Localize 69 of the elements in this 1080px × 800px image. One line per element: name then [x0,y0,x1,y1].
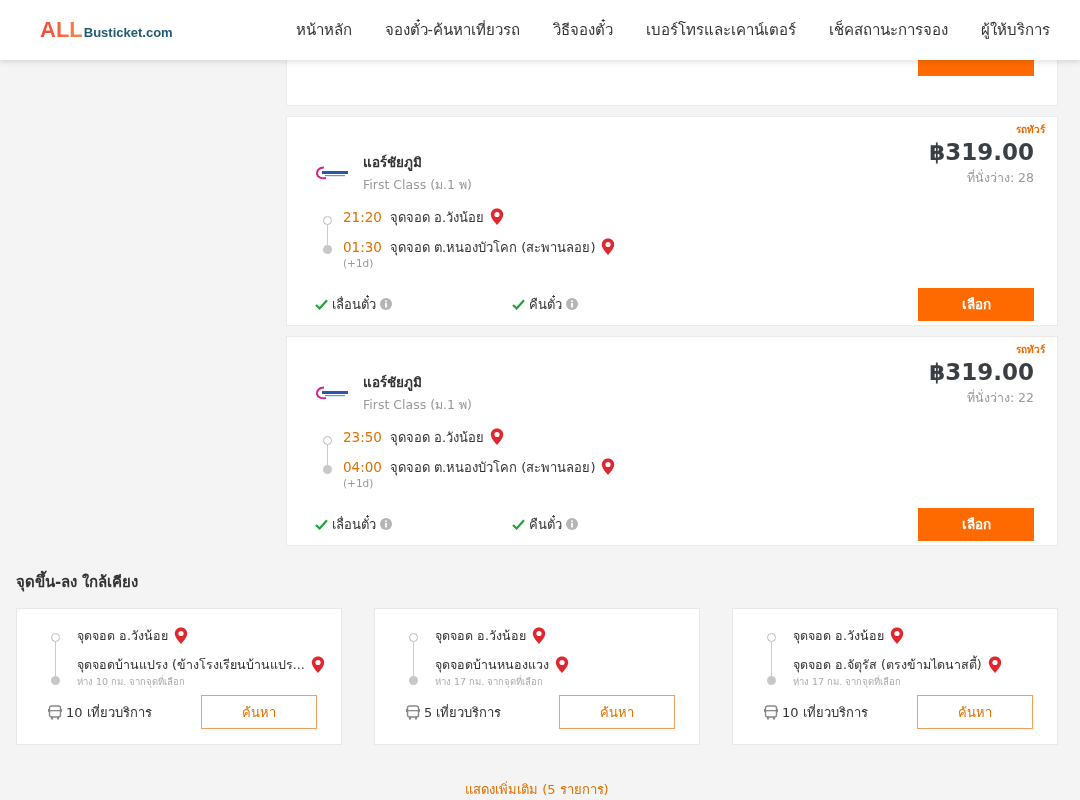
map-pin-icon [889,627,904,645]
map-pin-icon [601,238,616,257]
nav-link[interactable]: วิธีจองตั๋ว [553,18,613,42]
select-button[interactable] [918,60,1034,76]
nav-link[interactable]: เบอร์โทรและเคาน์เตอร์ [646,18,796,42]
operator-name: แอร์ชัยภูมิ [363,373,423,393]
logo-subtext[interactable]: Busticket.com [83,25,173,40]
stop-name: จุดจอด ต.หนองบัวโคก (สะพานลอย) [389,238,596,258]
map-pin-icon [490,428,505,447]
feature-label: เลื่อนตั๋ว [332,294,376,314]
info-icon[interactable] [566,518,578,531]
map-pin-icon [601,458,616,477]
bus-icon [48,704,62,720]
ticket-price: ฿319.00 [929,359,1034,385]
operator-logo-icon [315,166,349,181]
departure-time: 23:50 [343,429,382,446]
seats-available: ที่นั่งว่าง: 22 [965,388,1034,407]
map-pin-icon [490,208,505,227]
operator-name: แอร์ชัยภูมิ [363,153,423,173]
timeline-dot [322,436,332,446]
nav-link[interactable]: หน้าหลัก [295,18,352,42]
stop-name: จุดจอดบ้านหนองแวง [435,656,549,675]
distance-note: ห่าง 10 กม. จากจุดที่เลือก [77,674,187,689]
map-pin-icon [531,627,546,645]
day-offset: (+1d) [343,477,375,490]
info-icon[interactable] [566,298,578,311]
stop-name: จุดจอด อ.จัตุรัส (ตรงข้ามไดนาสตี้) [793,655,982,675]
departure-time: 21:20 [343,209,382,226]
arrival-time: 04:00 [343,459,382,476]
timeline-dot [766,633,776,642]
timeline-dot [50,633,60,642]
distance-note: ห่าง 17 กม. จากจุดที่เลือก [435,674,545,689]
nav-link[interactable]: ผู้ให้บริการ [981,18,1050,42]
map-pin-icon [555,656,569,674]
bus-type-tag: รถทัวร์ [1016,122,1045,137]
map-pin-icon [310,656,325,674]
distance-note: ห่าง 17 กม. จากจุดที่เลือก [793,674,903,689]
bus-icon [406,704,420,720]
bus-type-tag: รถทัวร์ [1016,342,1045,357]
seats-available: ที่นั่งว่าง: 28 [965,168,1034,187]
stop-name: จุดจอด อ.วังน้อย [77,627,168,646]
stop-name: จุดจอด อ.วังน้อย [435,627,526,646]
trip-count: 5 เที่ยวบริการ [424,703,502,722]
trip-count: 10 เที่ยวบริการ [66,703,152,722]
day-offset: (+1d) [343,257,375,270]
timeline-dot [322,216,332,226]
stop-name: จุดจอด อ.วังน้อย [389,428,485,448]
stop-name: จุดจอด อ.วังน้อย [793,627,884,646]
nav-link[interactable]: เช็คสถานะการจอง [829,18,948,42]
bus-class: First Class (ม.1 พ) [363,176,472,195]
info-icon[interactable] [380,298,392,311]
info-icon[interactable] [380,518,392,531]
section-title: จุดขึ้น-ลง ใกล้เคียง [16,570,1080,594]
nav-link[interactable]: จองตั๋ว-ค้นหาเที่ยวรถ [384,18,520,42]
operator-logo-icon [315,386,349,401]
map-pin-icon [987,656,1002,674]
timeline-dot [408,633,418,642]
stop-name: จุดจอด ต.หนองบัวโคก (สะพานลอย) [389,458,596,478]
feature-label: เลื่อนตั๋ว [332,514,376,534]
bus-icon [764,704,778,720]
feature-label: คืนตั๋ว [529,514,562,534]
map-pin-icon [173,627,188,645]
ticket-price: ฿319.00 [929,139,1034,165]
feature-label: คืนตั๋ว [529,294,562,314]
trip-count: 10 เที่ยวบริการ [782,703,868,722]
stop-name: จุดจอด อ.วังน้อย [389,208,485,228]
bus-class: First Class (ม.1 พ) [363,396,472,415]
stop-name: จุดจอดบ้านแปรง (ข้างโรงเรียนบ้านแปร... [77,656,305,675]
arrival-time: 01:30 [343,239,382,256]
